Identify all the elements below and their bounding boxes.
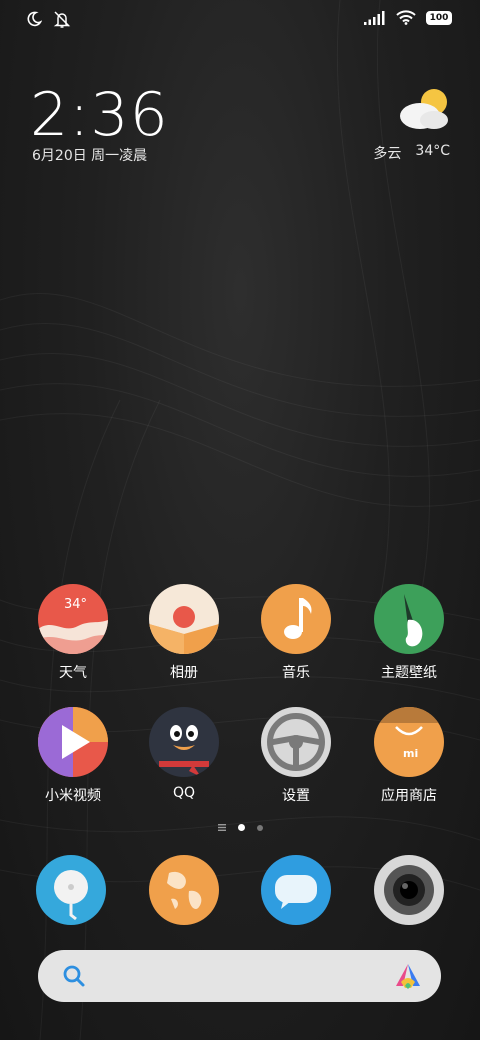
- dock-camera[interactable]: [353, 855, 465, 925]
- music-app-icon: [261, 584, 331, 654]
- app-music[interactable]: 音乐: [240, 584, 352, 682]
- menu-lines-icon: [217, 824, 226, 831]
- app-qq[interactable]: QQ: [128, 707, 240, 801]
- app-store-icon: mi: [374, 707, 444, 777]
- clock-date: 6月20日 周一凌晨: [32, 148, 148, 164]
- page-indicator[interactable]: [0, 824, 480, 831]
- clock-time[interactable]: 2:36: [30, 80, 169, 150]
- app-label: 天气: [59, 665, 87, 681]
- app-video[interactable]: 小米视频: [17, 707, 129, 805]
- app-label: 小米视频: [45, 788, 101, 804]
- weather-condition: 多云: [373, 146, 402, 162]
- battery-icon: 100: [426, 10, 452, 25]
- app-label: 应用商店: [381, 788, 437, 804]
- app-label: 音乐: [282, 665, 310, 681]
- search-bar[interactable]: [38, 950, 441, 1002]
- mute-icon: [53, 11, 71, 28]
- app-gallery[interactable]: 相册: [128, 584, 240, 682]
- wifi-icon: [396, 10, 416, 25]
- messages-app-icon: [261, 855, 331, 925]
- gallery-app-icon: [149, 584, 219, 654]
- store-mi-logo: mi: [403, 747, 419, 760]
- page-dot-active[interactable]: [237, 824, 245, 831]
- weather-app-badge: 34°: [64, 597, 88, 612]
- dock-phone[interactable]: [15, 855, 127, 925]
- dock-messages[interactable]: [240, 855, 352, 925]
- app-themes[interactable]: 主题壁纸: [353, 584, 465, 682]
- themes-app-icon: [374, 584, 444, 654]
- browser-app-icon: [149, 855, 219, 925]
- search-icon: [63, 965, 85, 987]
- video-app-icon: [38, 707, 108, 777]
- app-settings[interactable]: 设置: [240, 707, 352, 805]
- status-bar: 100: [0, 0, 480, 40]
- signal-icon: [364, 10, 385, 25]
- qq-app-icon: [149, 707, 219, 777]
- weather-app-icon: 34°: [38, 584, 108, 654]
- app-label: QQ: [172, 785, 196, 801]
- app-label: 设置: [282, 788, 310, 804]
- camera-app-icon: [374, 855, 444, 925]
- settings-app-icon: [261, 707, 331, 777]
- moon-icon: [27, 11, 42, 27]
- app-weather[interactable]: 34° 天气: [17, 584, 129, 682]
- app-label: 主题壁纸: [381, 665, 437, 681]
- xiaoai-logo-icon[interactable]: [393, 962, 423, 990]
- partly-cloudy-icon[interactable]: [396, 86, 452, 132]
- app-store[interactable]: mi 应用商店: [353, 707, 465, 805]
- dock-browser[interactable]: [128, 855, 240, 925]
- phone-app-icon: [36, 855, 106, 925]
- page-dot[interactable]: [256, 824, 263, 831]
- weather-temperature: 34°C: [415, 143, 450, 159]
- app-label: 相册: [170, 665, 198, 681]
- weather-info[interactable]: 多云 34°C: [373, 143, 450, 163]
